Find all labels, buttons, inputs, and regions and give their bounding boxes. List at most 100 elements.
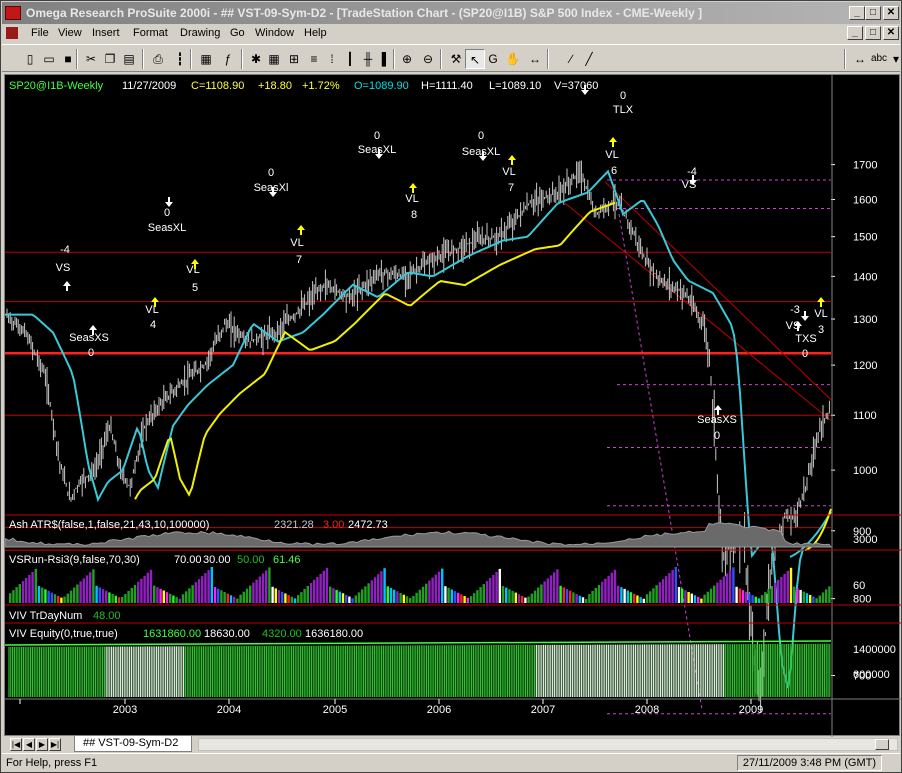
menu-insert[interactable]: Insert bbox=[92, 27, 120, 39]
grid-icon[interactable]: ▦ bbox=[264, 49, 284, 69]
price-tick-label: 1000 bbox=[853, 465, 877, 477]
year-label: 2007 bbox=[531, 704, 555, 716]
rsi-bar bbox=[745, 591, 748, 603]
signal-annotation: 0 bbox=[714, 430, 720, 442]
hand-icon[interactable]: ✋ bbox=[503, 49, 523, 69]
rsi-bar bbox=[671, 570, 674, 603]
menu-help[interactable]: Help bbox=[304, 27, 327, 39]
toolbar-separator bbox=[844, 49, 846, 69]
dotbars-icon[interactable]: ⁞ bbox=[322, 49, 342, 69]
menu-window[interactable]: Window bbox=[255, 27, 294, 39]
rsi-bar bbox=[457, 592, 460, 603]
rsi-bar bbox=[578, 595, 581, 603]
trday-value-1: 48.00 bbox=[93, 610, 121, 622]
rsi-bar bbox=[575, 594, 578, 603]
rsi-bar bbox=[82, 578, 85, 603]
scale-icon[interactable]: ⊞ bbox=[284, 49, 304, 69]
rsi-bar bbox=[386, 586, 389, 603]
candles-icon[interactable]: ▌ bbox=[376, 49, 396, 69]
cursor-g-icon[interactable]: G bbox=[483, 49, 503, 69]
app-icon[interactable] bbox=[5, 6, 21, 20]
zoom-in-icon[interactable]: ⊕ bbox=[397, 49, 417, 69]
rsi-bar bbox=[751, 595, 754, 603]
title-bar[interactable]: Omega Research ProSuite 2000i - ## VST-0… bbox=[2, 2, 900, 24]
sheet-tab[interactable]: ## VST-09-Sym-D2 bbox=[74, 736, 192, 752]
child-minimize-button[interactable]: _ bbox=[847, 26, 863, 40]
status-message: For Help, press F1 bbox=[6, 757, 98, 769]
text-tool-icon[interactable]: ╱ bbox=[579, 49, 599, 69]
signal-annotation: VL bbox=[290, 237, 303, 249]
open-icon[interactable]: ▭ bbox=[39, 49, 59, 69]
rsi-bar bbox=[181, 594, 185, 603]
menu-go[interactable]: Go bbox=[230, 27, 245, 39]
rsi-bar bbox=[319, 573, 322, 603]
strategy-icon[interactable]: ✱ bbox=[246, 49, 266, 69]
equity-value-4: 1636180.00 bbox=[305, 628, 363, 640]
signal-annotation: 0 bbox=[268, 167, 274, 179]
chart-canvas[interactable]: SP20@I1B-Weekly 11/27/2009 C=1108.90 +18.80… bbox=[4, 75, 901, 737]
menu-format[interactable]: Format bbox=[133, 27, 168, 39]
horizontal-scrollbar[interactable] bbox=[198, 738, 898, 751]
extra-icon[interactable]: ▾ bbox=[886, 49, 902, 69]
rsi-bar bbox=[354, 595, 357, 603]
menu-view[interactable]: View bbox=[58, 27, 82, 39]
close-label: C=1108.90 bbox=[191, 80, 244, 92]
rsi-bar bbox=[437, 571, 441, 603]
rsi-bar bbox=[402, 594, 405, 603]
pointer-icon[interactable]: ↖ bbox=[465, 49, 485, 69]
signal-annotation: 0 bbox=[478, 130, 484, 142]
rsi-bar bbox=[37, 586, 41, 603]
cut-icon[interactable]: ✂ bbox=[81, 49, 101, 69]
hbars-icon[interactable]: ≡ bbox=[304, 49, 324, 69]
minimize-button[interactable]: _ bbox=[849, 6, 865, 20]
drawing-tools-icon[interactable]: ⚒ bbox=[446, 49, 466, 69]
rsi-bar bbox=[306, 586, 309, 603]
rsi-bar bbox=[367, 583, 370, 603]
child-restore-button[interactable]: □ bbox=[865, 26, 881, 40]
rsi-bar bbox=[655, 585, 658, 603]
rsi-bar bbox=[373, 577, 377, 603]
horizontal-arrow-icon[interactable]: ↔ bbox=[525, 49, 545, 69]
rsi-bar bbox=[300, 592, 303, 603]
rsi-bar bbox=[76, 584, 79, 603]
paste-icon[interactable]: ▤ bbox=[119, 49, 139, 69]
toolbar-separator bbox=[440, 49, 442, 69]
scrollbar-thumb[interactable] bbox=[875, 739, 889, 750]
rsi-bar bbox=[79, 581, 82, 603]
prev-tab-button[interactable]: ◀ bbox=[23, 738, 35, 751]
bar-chart-icon[interactable]: ┇ bbox=[170, 49, 190, 69]
copy-icon[interactable]: ❐ bbox=[100, 49, 120, 69]
save-icon[interactable]: ■ bbox=[58, 49, 78, 69]
stats-icon[interactable]: ▦ bbox=[196, 49, 216, 69]
first-tab-button[interactable]: |◀ bbox=[10, 738, 22, 751]
print-icon[interactable]: ⎙ bbox=[148, 49, 168, 69]
last-tab-button[interactable]: ▶| bbox=[49, 738, 61, 751]
new-icon[interactable]: ▯ bbox=[20, 49, 40, 69]
maximize-button[interactable]: □ bbox=[865, 6, 881, 20]
signal-annotation: TLX bbox=[613, 104, 634, 116]
rsi-bar bbox=[770, 586, 773, 603]
bars-icon[interactable]: ┃ bbox=[340, 49, 360, 69]
chart-area[interactable]: SP20@I1B-Weekly 11/27/2009 C=1108.90 +18.80… bbox=[4, 74, 901, 737]
rsi-bar bbox=[581, 597, 585, 603]
child-close-button[interactable]: ✕ bbox=[883, 26, 899, 40]
document-icon[interactable] bbox=[6, 27, 18, 39]
rsi-bar bbox=[226, 593, 229, 603]
fib-diagonal-line bbox=[618, 213, 703, 710]
ohlc-icon[interactable]: ╫ bbox=[358, 49, 378, 69]
rsi-bar bbox=[92, 569, 95, 603]
pen-icon[interactable]: ∕ bbox=[561, 49, 581, 69]
rsi-bar bbox=[780, 576, 783, 603]
close-button[interactable]: ✕ bbox=[883, 6, 899, 20]
rsi-bar bbox=[345, 594, 348, 603]
status-bar: For Help, press F1 27/11/2009 3:48 PM (G… bbox=[2, 753, 900, 772]
rsi-bar bbox=[543, 581, 546, 603]
menu-drawing[interactable]: Drawing bbox=[180, 27, 220, 39]
menu-file[interactable]: File bbox=[31, 27, 49, 39]
rsi-bar bbox=[114, 595, 117, 603]
arrow-both-icon[interactable]: ↔ bbox=[850, 49, 870, 69]
zoom-out-icon[interactable]: ⊖ bbox=[418, 49, 438, 69]
rsi-bar bbox=[674, 567, 677, 603]
next-tab-button[interactable]: ▶ bbox=[36, 738, 48, 751]
insert-indicator-icon[interactable]: ƒ bbox=[218, 49, 238, 69]
